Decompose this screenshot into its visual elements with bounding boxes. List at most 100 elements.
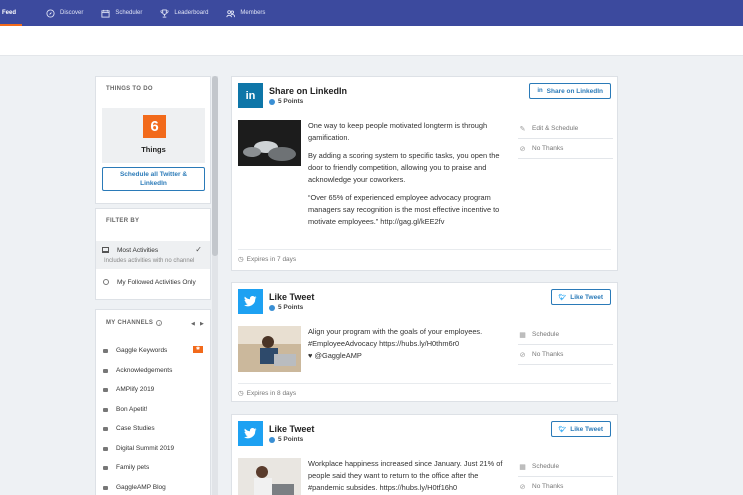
people-icon	[226, 9, 236, 17]
channel-item[interactable]: GaggleAMP Blog	[96, 483, 210, 495]
card-header: Like Tweet 5 Points	[238, 421, 314, 446]
card-body-text: Align your program with the goals of you…	[308, 326, 514, 368]
card-footer: ◷ Expires in 7 days	[238, 249, 611, 263]
calendar-icon: ▦	[519, 331, 526, 339]
nav-leaderboard[interactable]: Leaderboard	[160, 0, 208, 26]
twitter-logo-icon	[238, 289, 263, 314]
action-label: No Thanks	[532, 351, 564, 358]
nav-discover-label: Discover	[60, 10, 84, 16]
nav-members[interactable]: Members	[226, 0, 265, 26]
points-icon	[269, 436, 275, 443]
twitter-icon: 🐦︎	[558, 426, 567, 433]
filter-panel: FILTER BY Most Activities ✓ Includes act…	[95, 208, 211, 300]
button-label: Like Tweet	[570, 425, 603, 433]
channel-item[interactable]: Acknowledgements	[96, 366, 210, 386]
channel-item[interactable]: Bon Apetit!	[96, 405, 210, 425]
card-body-text: Workplace happiness increased since Janu…	[308, 458, 514, 495]
button-label: Like Tweet	[570, 293, 603, 301]
card-header: in Share on LinkedIn 5 Points	[238, 83, 347, 108]
card-footer: ◷ Expires in 8 days	[238, 383, 611, 397]
trophy-icon	[160, 8, 169, 18]
channel-label: Family pets	[116, 464, 150, 471]
clock-icon: ◷	[238, 390, 244, 397]
card-paragraph: By adding a scoring system to specific t…	[308, 151, 500, 184]
nav-leaderboard-label: Leaderboard	[174, 10, 209, 16]
lock-icon	[103, 349, 108, 353]
no-thanks-button[interactable]: ⊘ No Thanks	[518, 139, 613, 159]
action-label: Edit & Schedule	[532, 125, 579, 132]
channel-item[interactable]: Digital Summit 2019	[96, 444, 210, 464]
edit-schedule-button[interactable]: ✎ Edit & Schedule	[518, 119, 613, 139]
nav-scheduler[interactable]: Scheduler	[101, 0, 142, 26]
channel-item[interactable]: Case Studies	[96, 424, 210, 444]
channel-item[interactable]: AMPlify 2019	[96, 385, 210, 405]
pencil-icon: ✎	[519, 125, 526, 133]
thumbs-down-icon: ⊘	[519, 483, 526, 491]
button-label: Share on LinkedIn	[546, 87, 603, 95]
card-thumbnail-image	[238, 326, 301, 372]
filter-option-followed[interactable]: My Followed Activities Only	[96, 276, 210, 292]
nav-members-label: Members	[240, 10, 266, 16]
flag-badge-icon: ✱	[193, 346, 203, 353]
nav-scheduler-label: Scheduler	[115, 10, 143, 16]
filter-option-most-activities[interactable]: Most Activities ✓ Includes activities wi…	[96, 241, 210, 269]
thumbs-down-icon: ⊘	[519, 145, 526, 153]
card-paragraph: ♥ @GaggleAMP	[308, 351, 362, 360]
expires-label: Expires in 8 days	[246, 389, 297, 397]
expires-label: Expires in 7 days	[246, 255, 297, 263]
filter-option-sublabel: Includes activities with no channel	[104, 258, 195, 264]
action-label: No Thanks	[532, 145, 564, 152]
channel-label: Case Studies	[116, 425, 155, 432]
sub-header-bar	[0, 26, 743, 56]
channel-label: Gaggle Keywords	[116, 347, 168, 354]
chevron-right-icon[interactable]: ▶	[200, 321, 204, 327]
sidebar-scrollbar-thumb[interactable]	[212, 76, 218, 256]
no-thanks-button[interactable]: ⊘ No Thanks	[518, 477, 613, 495]
points-icon	[269, 304, 275, 311]
card-actions: ✎ Edit & Schedule ⊘ No Thanks	[518, 119, 613, 159]
things-to-do-title: THINGS TO DO	[106, 86, 153, 92]
filter-title: FILTER BY	[106, 218, 140, 224]
nav-discover[interactable]: Discover	[46, 0, 83, 26]
channel-label: AMPlify 2019	[116, 386, 155, 393]
twitter-icon: 🐦︎	[558, 294, 567, 301]
twitter-logo-icon	[238, 421, 263, 446]
things-count-label: Things	[141, 145, 166, 154]
no-thanks-button[interactable]: ⊘ No Thanks	[518, 345, 613, 365]
card-header: Like Tweet 5 Points	[238, 289, 314, 314]
share-linkedin-button[interactable]: in Share on LinkedIn	[529, 83, 611, 99]
schedule-button[interactable]: ▦ Schedule	[518, 325, 613, 345]
points-badge: 5 Points	[269, 98, 347, 105]
card-actions: ▦ Schedule ⊘ No Thanks	[518, 325, 613, 365]
card-actions: ▦ Schedule ⊘ No Thanks	[518, 457, 613, 495]
nav-feed[interactable]: Feed	[2, 0, 16, 26]
points-label: 5 Points	[278, 98, 304, 105]
linkedin-icon: in	[537, 88, 543, 94]
like-tweet-button[interactable]: 🐦︎ Like Tweet	[550, 289, 611, 305]
radio-icon	[103, 279, 109, 285]
bird-icon	[244, 428, 257, 439]
card-title: Like Tweet	[269, 424, 315, 434]
channels-header: MY CHANNELS i	[106, 320, 163, 326]
channel-label: Bon Apetit!	[116, 405, 148, 413]
filter-option-label: My Followed Activities Only	[117, 279, 196, 286]
schedule-all-button[interactable]: Schedule all Twitter & LinkedIn	[102, 167, 205, 191]
like-tweet-button[interactable]: 🐦︎ Like Tweet	[550, 421, 611, 437]
lock-icon	[103, 427, 108, 431]
channels-panel: MY CHANNELS i ◀ ▶ Gaggle Keywords ✱ Ackn…	[95, 309, 211, 495]
channel-list: Gaggle Keywords ✱ Acknowledgements AMPli…	[96, 346, 210, 495]
points-icon	[269, 98, 275, 105]
card-paragraph: “Over 65% of experienced employee advoca…	[308, 193, 500, 226]
chevron-left-icon[interactable]: ◀	[191, 321, 195, 327]
card-thumbnail-image	[238, 458, 301, 495]
schedule-button[interactable]: ▦ Schedule	[518, 457, 613, 477]
card-paragraph: One way to keep people motivated longter…	[308, 121, 488, 142]
card-body-text: One way to keep people motivated longter…	[308, 120, 514, 234]
lock-icon	[103, 368, 108, 373]
card-paragraph: Workplace happiness increased since Janu…	[308, 459, 503, 492]
channel-item[interactable]: Family pets	[96, 463, 210, 483]
channel-item[interactable]: Gaggle Keywords ✱	[96, 346, 210, 366]
action-label: Schedule	[532, 463, 560, 470]
info-icon[interactable]: i	[156, 320, 163, 326]
card-title: Share on LinkedIn	[269, 86, 348, 96]
